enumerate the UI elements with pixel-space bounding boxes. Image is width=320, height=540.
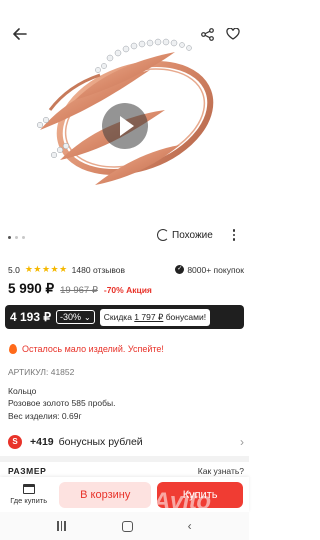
store-icon [22,484,35,494]
back-button[interactable] [8,22,32,46]
bonus-price: 4 193 ₽ [10,310,51,324]
product-description: АРТИКУЛ: 41852 Кольцо Розовое золото 585… [8,366,115,422]
promo-prefix: Скидка [103,311,135,322]
system-navigation-bar: ‹ [0,512,249,540]
bonus-promo: Скидка 1 797 ₽ бонусами! [99,308,211,326]
rating-stars: ★★★★★ [24,264,68,274]
promo-amount: 1 797 ₽ [134,311,164,322]
similar-icon [157,229,169,241]
favorite-button[interactable] [221,22,245,46]
add-to-cart-button[interactable]: В корзину [59,481,152,508]
section-divider [0,456,249,462]
size-help-link[interactable]: Как узнать? [198,466,244,476]
buyers-badge: ✓ 8000+ покупок [175,265,244,275]
bonus-rubles-row[interactable]: S +419 бонусных рублей › [8,435,244,449]
product-type: Кольцо [8,385,37,396]
current-price: 5 990 ₽ [8,281,55,296]
more-options-button[interactable] [226,226,242,244]
bonus-amount: +419 [30,436,54,448]
recent-apps-icon[interactable] [57,521,67,531]
where-to-buy-label: Где купить [10,496,48,505]
gallery-dot[interactable] [15,236,18,239]
discount-label: -70% Акция [103,285,152,295]
size-title: РАЗМЕР [8,466,47,476]
bonus-badge-icon: S [8,435,22,449]
gallery-dot[interactable] [8,236,11,239]
check-icon: ✓ [175,265,185,274]
gallery-dot[interactable] [22,236,25,239]
back-nav-icon[interactable]: ‹ [188,519,192,533]
bottom-action-bar: Где купить В корзину Купить [0,477,249,512]
product-image-gallery[interactable]: Похожие [0,0,249,248]
price-row: 5 990 ₽ 19 967 ₽ -70% Акция [8,281,152,297]
chevron-down-icon: ⌄ [84,312,91,322]
product-material: Розовое золото 585 пробы. [8,398,116,408]
article-number: АРТИКУЛ: 41852 [8,367,75,377]
similar-button[interactable]: Похожие [157,229,213,241]
reviews-count: 1480 отзывов [71,264,126,275]
share-button[interactable] [195,22,219,46]
promo-suffix: бонусами! [163,311,207,322]
similar-label: Похожие [172,229,213,241]
share-icon [200,27,214,41]
gallery-pagination [8,236,25,239]
bonus-offer-bar[interactable]: 4 193 ₽ -30% ⌄ Скидка 1 797 ₽ бонусами! [5,305,244,329]
buy-now-button[interactable]: Купить [157,481,243,508]
bonus-label: бонусных рублей [58,436,143,448]
size-row: РАЗМЕР Как узнать? [8,466,244,476]
stock-text: Осталось мало изделий. Успейте! [22,343,164,354]
bonus-percent-toggle[interactable]: -30% ⌄ [56,310,95,324]
arrow-left-icon [13,28,27,40]
bonus-percent: -30% [60,312,82,322]
fire-icon [8,343,18,354]
buyers-count: 8000+ покупок [187,264,244,275]
more-vertical-icon [232,229,236,241]
chevron-right-icon: › [240,435,244,449]
product-weight: Вес изделия: 0.69г [8,410,82,421]
where-to-buy-button[interactable]: Где купить [6,484,51,505]
home-icon[interactable] [121,520,133,532]
old-price: 19 967 ₽ [60,285,98,296]
rating-value: 5.0 [8,264,20,275]
play-video-button[interactable] [102,103,148,149]
rating-row[interactable]: 5.0 ★★★★★ 1480 отзывов ✓ 8000+ покупок [8,264,244,275]
stock-notice: Осталось мало изделий. Успейте! [8,343,164,354]
heart-icon [226,28,240,40]
